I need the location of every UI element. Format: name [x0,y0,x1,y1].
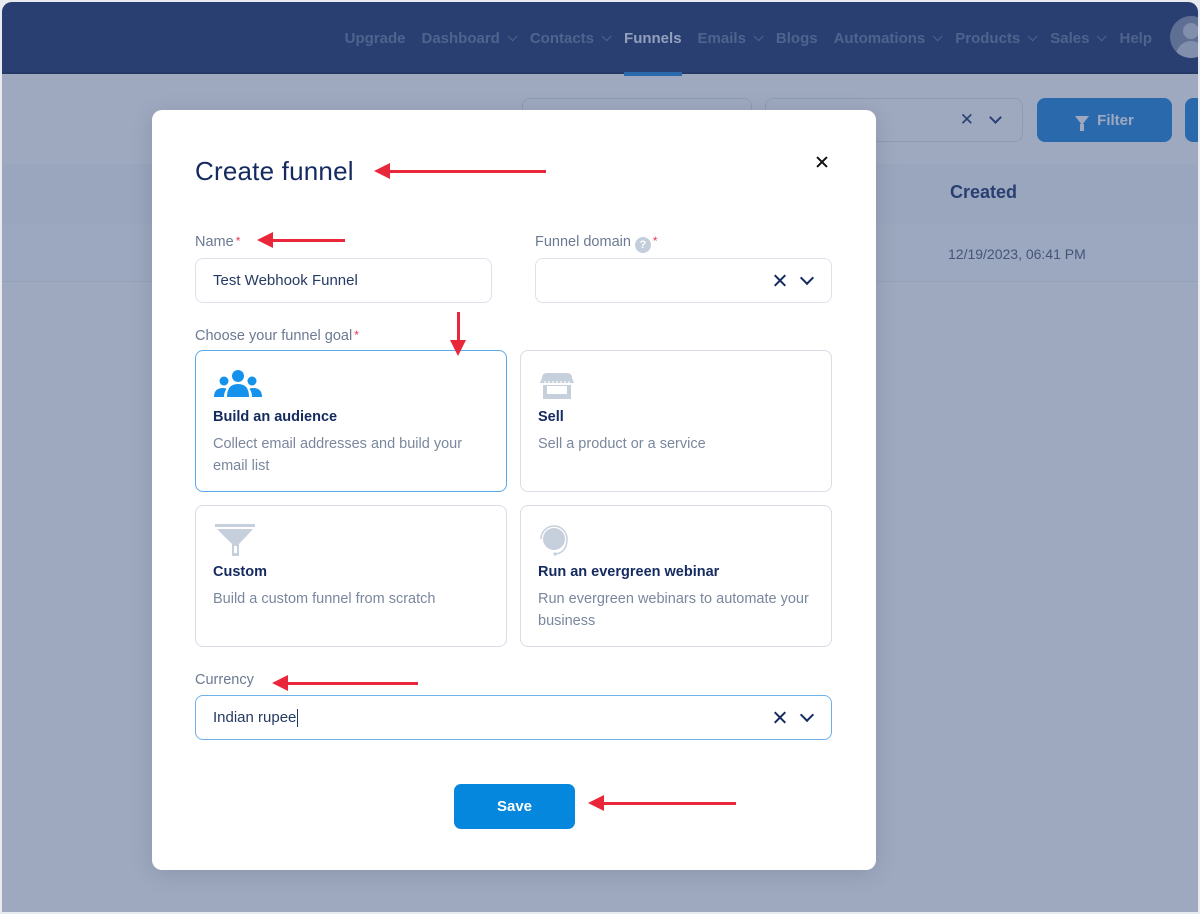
funnel-domain-select[interactable] [535,258,832,303]
goal-option-sell[interactable]: Sell Sell a product or a service [520,350,832,492]
close-icon[interactable] [812,152,832,172]
clear-icon[interactable] [773,271,787,289]
goal-description: Run evergreen webinars to automate your … [538,591,809,629]
create-funnel-dialog: Create funnel Name * Test Webhook Funnel … [152,110,876,870]
headset-icon [540,525,568,556]
goal-title: Sell [538,409,564,425]
help-icon[interactable]: ? [634,237,651,253]
currency-select[interactable]: Indian rupee [195,695,832,740]
name-label: Name * [195,234,241,250]
text-cursor [297,708,299,727]
goal-description: Build a custom funnel from scratch [213,591,436,607]
chevron-down-icon[interactable] [799,707,815,723]
funnel-icon [215,524,255,556]
annotation-arrow-name [257,232,345,248]
annotation-arrow-currency [272,675,418,691]
store-icon [540,373,574,399]
goal-option-build-audience[interactable]: Build an audience Collect email addresse… [195,350,507,492]
funnel-domain-label: Funnel domain? * [535,234,658,253]
funnel-goal-label: Choose your funnel goal * [195,328,359,344]
save-button[interactable]: Save [454,784,575,829]
clear-icon[interactable] [773,708,787,726]
audience-icon [214,370,262,397]
dialog-title: Create funnel [195,156,354,186]
goal-title: Run an evergreen webinar [538,564,720,580]
chevron-down-icon[interactable] [799,270,815,286]
goal-title: Build an audience [213,409,338,425]
annotation-arrow-save [588,795,736,811]
required-mark: * [354,328,359,342]
goal-description: Sell a product or a service [538,436,706,452]
goal-title: Custom [213,564,267,580]
required-mark: * [235,234,241,248]
goal-description: Collect email addresses and build your e… [213,436,463,474]
goal-option-evergreen-webinar[interactable]: Run an evergreen webinar Run evergreen w… [520,505,832,647]
annotation-arrow-title [374,163,546,179]
required-mark: * [652,234,658,248]
app-window: ✕ Filter Created 12/19/2023, 06:41 PM Up… [2,2,1198,912]
annotation-arrow-goal [450,312,466,356]
name-input[interactable]: Test Webhook Funnel [195,258,492,303]
goal-option-custom[interactable]: Custom Build a custom funnel from scratc… [195,505,507,647]
currency-label: Currency [195,672,254,688]
